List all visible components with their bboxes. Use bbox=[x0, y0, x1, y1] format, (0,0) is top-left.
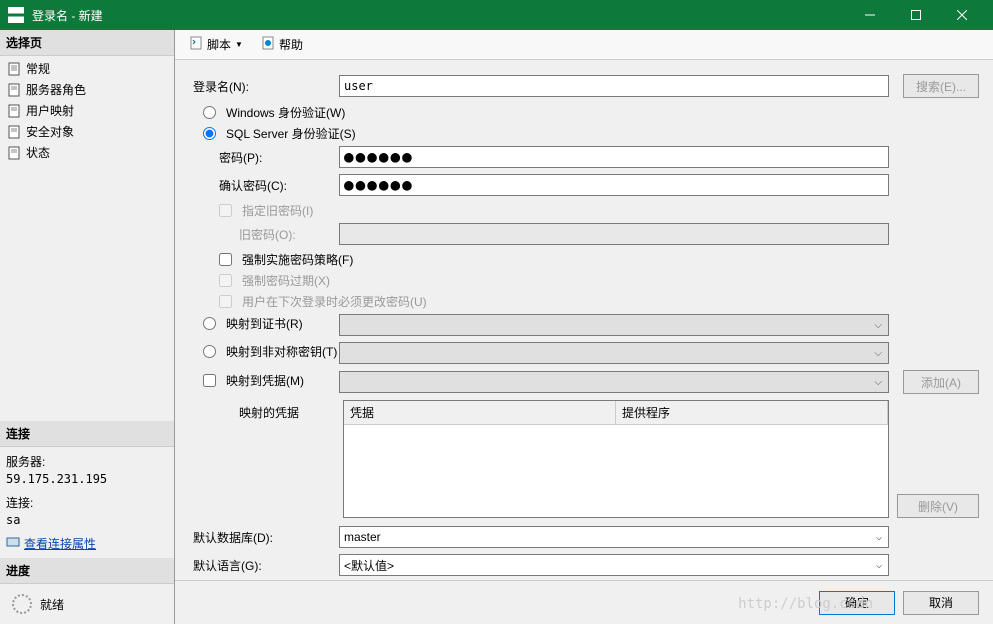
password-label: 密码(P): bbox=[189, 149, 339, 166]
remove-button[interactable]: 删除(V) bbox=[897, 494, 979, 518]
script-button[interactable]: 脚本 ▼ bbox=[183, 34, 249, 55]
default-lang-label: 默认语言(G): bbox=[189, 557, 339, 574]
minimize-button[interactable] bbox=[847, 0, 893, 30]
window-title: 登录名 - 新建 bbox=[32, 7, 847, 24]
ok-button[interactable]: 确定 bbox=[819, 591, 895, 615]
server-value: 59.175.231.195 bbox=[6, 472, 168, 486]
nav-label: 服务器角色 bbox=[26, 81, 86, 98]
nav-label: 安全对象 bbox=[26, 123, 74, 140]
page-icon bbox=[6, 145, 22, 161]
titlebar: 登录名 - 新建 bbox=[0, 0, 993, 30]
map-to-cert-label: 映射到证书(R) bbox=[226, 315, 303, 332]
conn-value: sa bbox=[6, 513, 168, 527]
close-button[interactable] bbox=[939, 0, 985, 30]
nav-label: 状态 bbox=[26, 144, 50, 161]
specify-old-password-label: 指定旧密码(I) bbox=[242, 202, 313, 219]
nav-item-status[interactable]: 状态 bbox=[0, 142, 174, 163]
page-icon bbox=[6, 124, 22, 140]
conn-label: 连接: bbox=[6, 494, 168, 511]
cert-combo bbox=[339, 314, 889, 336]
nav-list: 常规 服务器角色 用户映射 安全对象 状态 bbox=[0, 56, 174, 165]
nav-item-securables[interactable]: 安全对象 bbox=[0, 121, 174, 142]
nav-label: 常规 bbox=[26, 60, 50, 77]
must-change-checkbox bbox=[219, 295, 232, 308]
maximize-button[interactable] bbox=[893, 0, 939, 30]
credentials-table[interactable]: 凭据 提供程序 bbox=[343, 400, 889, 518]
toolbar: 脚本 ▼ 帮助 bbox=[175, 30, 993, 60]
add-button[interactable]: 添加(A) bbox=[903, 370, 979, 394]
page-icon bbox=[6, 61, 22, 77]
table-header: 凭据 提供程序 bbox=[344, 401, 888, 425]
select-page-header: 选择页 bbox=[0, 30, 174, 56]
must-change-label: 用户在下次登录时必须更改密码(U) bbox=[242, 293, 427, 310]
nav-label: 用户映射 bbox=[26, 102, 74, 119]
windows-auth-label: Windows 身份验证(W) bbox=[226, 104, 345, 121]
password-input[interactable]: ●●●●●● bbox=[339, 146, 889, 168]
page-icon bbox=[6, 82, 22, 98]
default-db-combo[interactable]: master bbox=[339, 526, 889, 548]
sql-auth-label: SQL Server 身份验证(S) bbox=[226, 125, 356, 142]
progress-header: 进度 bbox=[0, 558, 174, 584]
progress-section: 就绪 bbox=[0, 584, 174, 624]
confirm-password-label: 确认密码(C): bbox=[189, 177, 339, 194]
enforce-expiration-checkbox bbox=[219, 274, 232, 287]
page-icon bbox=[6, 103, 22, 119]
default-lang-combo[interactable]: <默认值> bbox=[339, 554, 889, 576]
default-db-label: 默认数据库(D): bbox=[189, 529, 339, 546]
asymkey-combo bbox=[339, 342, 889, 364]
credential-column-header: 凭据 bbox=[344, 401, 616, 424]
mapped-credentials-label: 映射的凭据 bbox=[189, 400, 335, 518]
form-area: 登录名(N): 搜索(E)... Windows 身份验证(W) SQL Ser… bbox=[175, 60, 993, 580]
nav-item-general[interactable]: 常规 bbox=[0, 58, 174, 79]
windows-auth-radio[interactable] bbox=[203, 106, 216, 119]
old-password-label: 旧密码(O): bbox=[189, 226, 339, 243]
connection-section: 服务器: 59.175.231.195 连接: sa 查看连接属性 bbox=[0, 447, 174, 558]
login-name-input[interactable] bbox=[339, 75, 889, 97]
enforce-expiration-label: 强制密码过期(X) bbox=[242, 272, 330, 289]
enforce-policy-label: 强制实施密码策略(F) bbox=[242, 251, 353, 268]
map-to-credential-checkbox[interactable] bbox=[203, 374, 216, 387]
right-panel: 脚本 ▼ 帮助 登录名(N): 搜索(E)... Windows 身份验证(W) bbox=[175, 30, 993, 624]
view-connection-properties-link[interactable]: 查看连接属性 bbox=[6, 535, 168, 552]
search-button[interactable]: 搜索(E)... bbox=[903, 74, 979, 98]
dropdown-icon: ▼ bbox=[235, 40, 243, 49]
app-icon bbox=[8, 7, 24, 23]
enforce-policy-checkbox[interactable] bbox=[219, 253, 232, 266]
credential-combo bbox=[339, 371, 889, 393]
progress-spinner-icon bbox=[12, 594, 32, 614]
status-text: 就绪 bbox=[40, 596, 64, 613]
sql-auth-radio[interactable] bbox=[203, 127, 216, 140]
confirm-password-input[interactable]: ●●●●●● bbox=[339, 174, 889, 196]
help-button[interactable]: 帮助 bbox=[255, 34, 309, 55]
specify-old-password-checkbox bbox=[219, 204, 232, 217]
cancel-button[interactable]: 取消 bbox=[903, 591, 979, 615]
map-to-asymkey-label: 映射到非对称密钥(T) bbox=[226, 343, 337, 360]
map-to-asymkey-radio[interactable] bbox=[203, 345, 216, 358]
left-panel: 选择页 常规 服务器角色 用户映射 安全对象 状态 bbox=[0, 30, 175, 624]
map-to-credential-label: 映射到凭据(M) bbox=[226, 372, 304, 389]
script-icon bbox=[189, 36, 203, 53]
nav-item-user-mapping[interactable]: 用户映射 bbox=[0, 100, 174, 121]
server-label: 服务器: bbox=[6, 453, 168, 470]
nav-item-server-roles[interactable]: 服务器角色 bbox=[0, 79, 174, 100]
provider-column-header: 提供程序 bbox=[616, 401, 888, 424]
map-to-cert-radio[interactable] bbox=[203, 317, 216, 330]
connection-header: 连接 bbox=[0, 421, 174, 447]
old-password-input bbox=[339, 223, 889, 245]
dialog-footer: 确定 取消 bbox=[175, 580, 993, 624]
window-controls bbox=[847, 0, 985, 30]
connection-icon bbox=[6, 535, 20, 552]
login-name-label: 登录名(N): bbox=[189, 78, 339, 95]
help-icon bbox=[261, 36, 275, 53]
